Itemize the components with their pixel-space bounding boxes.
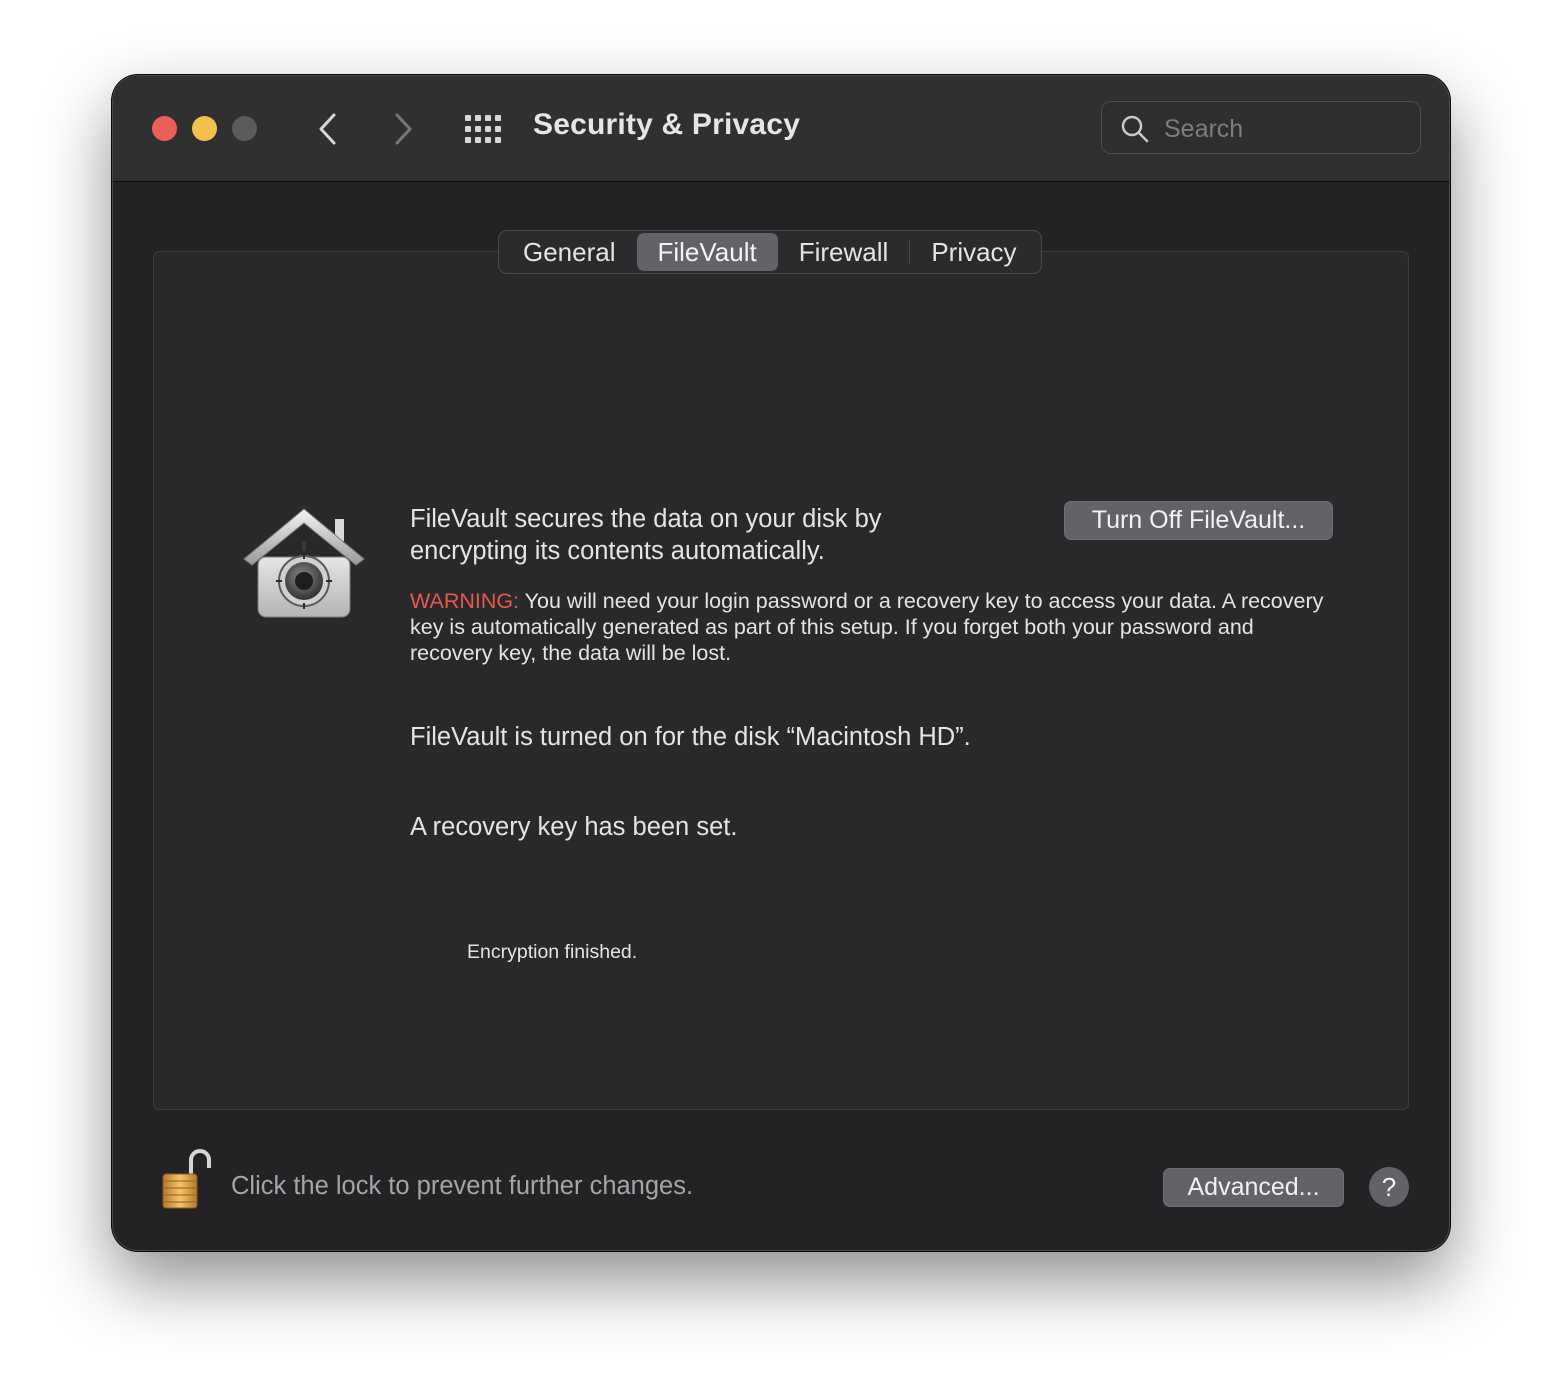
turn-off-filevault-button[interactable]: Turn Off FileVault...: [1064, 501, 1333, 540]
help-button[interactable]: ?: [1369, 1167, 1409, 1207]
advanced-button[interactable]: Advanced...: [1163, 1168, 1344, 1207]
filevault-disk-status: FileVault is turned on for the disk “Mac…: [410, 723, 971, 751]
tab-bar: General FileVault Firewall Privacy: [498, 230, 1042, 274]
minimize-button[interactable]: [192, 116, 217, 141]
warning-body: You will need your login password or a r…: [410, 589, 1324, 665]
unlocked-padlock-icon[interactable]: [161, 1146, 211, 1210]
title-bar: Security & Privacy: [113, 76, 1449, 182]
recovery-key-status: A recovery key has been set.: [410, 813, 738, 841]
zoom-button[interactable]: [232, 116, 257, 141]
forward-button[interactable]: [383, 109, 423, 149]
search-input[interactable]: [1162, 112, 1406, 146]
filevault-house-icon: [243, 508, 365, 618]
chevron-right-icon: [395, 113, 412, 145]
tab-general[interactable]: General: [502, 233, 637, 271]
window-title: Security & Privacy: [533, 108, 801, 141]
encryption-status: Encryption finished.: [467, 941, 638, 963]
show-all-button[interactable]: [463, 112, 503, 146]
warning-label: WARNING:: [410, 589, 520, 613]
warning-text: WARNING: You will need your login passwo…: [410, 588, 1330, 666]
back-button[interactable]: [308, 109, 348, 149]
close-button[interactable]: [152, 116, 177, 141]
chevron-left-icon: [319, 113, 336, 145]
lock-label: Click the lock to prevent further change…: [231, 1172, 694, 1200]
filevault-panel: FileVault secures the data on your disk …: [153, 251, 1409, 1110]
tab-firewall[interactable]: Firewall: [778, 233, 910, 271]
search-icon: [1121, 115, 1149, 143]
security-privacy-window: Security & Privacy Search FileVault secu…: [112, 75, 1450, 1251]
tab-privacy[interactable]: Privacy: [910, 233, 1037, 271]
search-field[interactable]: [1101, 101, 1421, 154]
grid-icon: [465, 115, 501, 143]
filevault-description: FileVault secures the data on your disk …: [410, 505, 882, 565]
tab-filevault[interactable]: FileVault: [636, 233, 778, 271]
